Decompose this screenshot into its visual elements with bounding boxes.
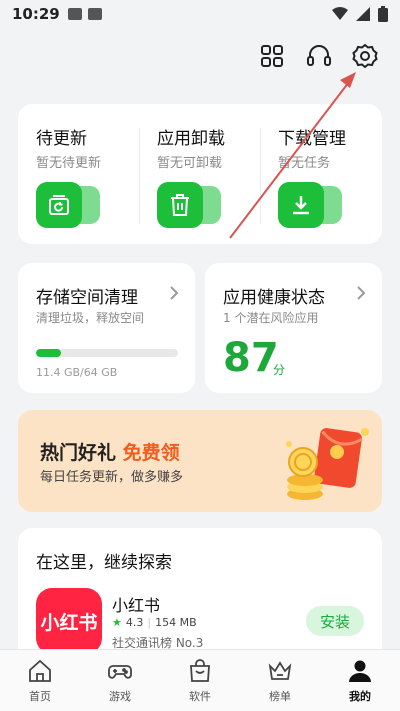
app-uninstall-item[interactable]: 应用卸载 暂无可卸载: [139, 104, 260, 244]
tab-games-label: 游戏: [109, 689, 131, 703]
refresh-icon: [36, 182, 100, 228]
headset-icon: [307, 45, 331, 66]
xiaohongshu-app-logo[interactable]: 小红书: [36, 588, 102, 654]
health-score-unit: 分: [273, 363, 286, 377]
grid-icon: [261, 45, 283, 67]
app-grid-button[interactable]: [256, 40, 288, 72]
chevron-right-icon: [169, 285, 179, 306]
install-button[interactable]: 安装: [306, 606, 364, 636]
top-action-bar: [0, 34, 400, 80]
download-manager-title: 下载管理: [278, 129, 346, 149]
app-notification-icon: [87, 8, 102, 20]
storage-progress-bar: [36, 349, 178, 357]
meta-separator: |: [147, 616, 152, 629]
storage-cleanup-subtitle: 清理垃圾，释放空间: [36, 311, 145, 325]
user-icon: [349, 660, 371, 682]
storage-cleanup-card[interactable]: 存储空间清理 清理垃圾，释放空间 11.4 GB/64 GB: [18, 263, 195, 393]
bottom-tab-bar: 首页 游戏 软件 榜单 我的: [0, 649, 400, 711]
explore-section: 在这里，继续探索 小红书 小红书 ★ 4.3 | 154 MB 社交通讯榜 No…: [18, 528, 382, 668]
tab-rankings-label: 榜单: [269, 689, 291, 703]
shopping-bag-icon: [190, 658, 210, 682]
app-health-card[interactable]: 应用健康状态 1 个潜在风险应用 87 分: [205, 263, 382, 393]
chevron-right-icon: [356, 285, 366, 306]
app-meta: ★ 4.3 | 154 MB: [112, 616, 197, 629]
storage-usage-text: 11.4 GB/64 GB: [36, 366, 118, 379]
tab-games[interactable]: 游戏: [80, 650, 160, 711]
red-envelope-gift-icon: [286, 428, 369, 500]
health-score: 87: [223, 335, 279, 381]
home-icon: [29, 659, 51, 682]
promo-subtitle: 每日任务更新，做多赚多: [40, 470, 184, 485]
star-icon: ★: [112, 616, 122, 629]
tab-home[interactable]: 首页: [0, 650, 80, 711]
signal-icon: [356, 7, 370, 21]
settings-button[interactable]: [349, 40, 381, 72]
tab-software[interactable]: 软件: [160, 650, 240, 711]
storage-progress-fill: [36, 349, 62, 357]
app-management-card: 待更新 暂无待更新 应用卸载 暂无可卸载 下载管理 暂无任务: [18, 104, 382, 244]
trash-icon: [157, 182, 221, 228]
app-health-subtitle: 1 个潜在风险应用: [223, 311, 319, 325]
pending-updates-subtitle: 暂无待更新: [36, 156, 102, 171]
gamepad-icon: [108, 664, 132, 679]
storage-cleanup-title: 存储空间清理: [36, 288, 138, 308]
promo-title-prefix: 热门好礼: [40, 442, 117, 464]
app-uninstall-subtitle: 暂无可卸载: [157, 156, 223, 171]
crown-icon: [268, 660, 292, 680]
download-manager-subtitle: 暂无任务: [278, 156, 331, 171]
download-manager-item[interactable]: 下载管理 暂无任务: [260, 104, 381, 244]
explore-title: 在这里，继续探索: [36, 553, 172, 573]
app-rating: 4.3: [125, 616, 144, 629]
tab-rankings[interactable]: 榜单: [240, 650, 320, 711]
tab-software-label: 软件: [189, 689, 211, 703]
pending-updates-title: 待更新: [36, 129, 87, 149]
customer-service-button[interactable]: [303, 40, 335, 72]
tab-mine-label: 我的: [349, 689, 371, 703]
promo-title-highlight: 免费领: [122, 442, 180, 464]
app-size: 154 MB: [155, 616, 197, 629]
gear-icon: [352, 43, 378, 69]
status-bar: 10:29: [0, 0, 400, 28]
app-uninstall-title: 应用卸载: [157, 129, 225, 149]
download-icon: [278, 182, 342, 228]
pending-updates-item[interactable]: 待更新 暂无待更新: [18, 104, 139, 244]
wifi-icon: [332, 7, 348, 20]
tab-home-label: 首页: [29, 689, 51, 703]
status-right-icons: [332, 6, 388, 22]
promo-title: 热门好礼 免费领: [40, 438, 180, 465]
status-time: 10:29: [12, 5, 60, 23]
tab-mine[interactable]: 我的: [320, 650, 400, 711]
promo-banner[interactable]: 热门好礼 免费领 每日任务更新，做多赚多: [18, 410, 382, 512]
battery-icon: [378, 6, 388, 22]
gallery-notification-icon: [67, 8, 82, 20]
app-health-title: 应用健康状态: [223, 288, 325, 308]
app-name[interactable]: 小红书: [112, 592, 160, 616]
